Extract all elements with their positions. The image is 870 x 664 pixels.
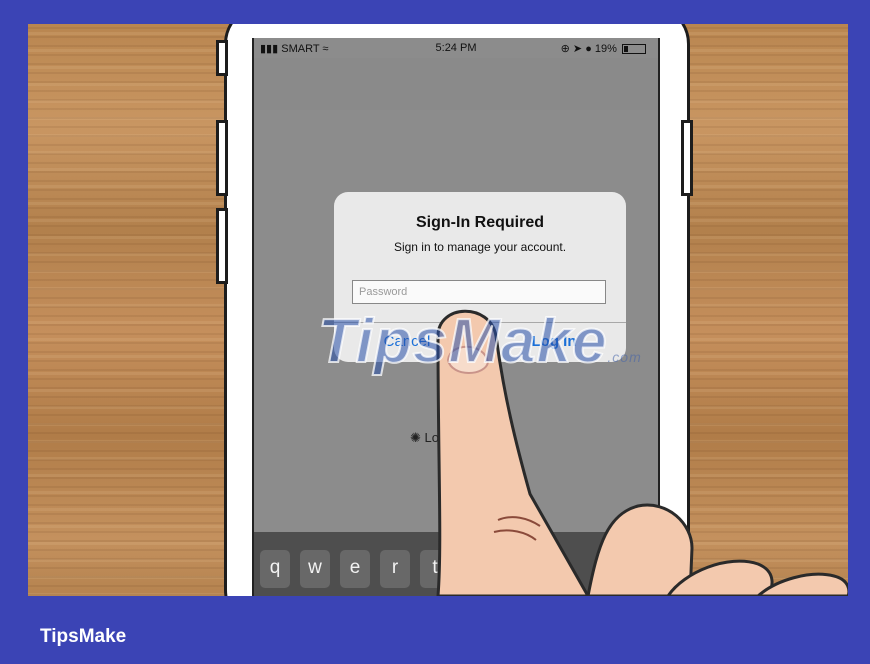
footer-brand: TipsMake [40,626,127,647]
watermark-suffix: .com [607,349,642,365]
image-frame: ▮▮▮ SMART ≈ 5:24 PM ⊕ ➤ ● 19% Sign-In Re… [0,0,870,664]
middle-finger [586,503,694,596]
watermark-text: TipsMake [317,306,608,377]
wood-table-scene: ▮▮▮ SMART ≈ 5:24 PM ⊕ ➤ ● 19% Sign-In Re… [28,24,848,596]
tipsmake-watermark: TipsMake.com [317,306,642,377]
footer-bar: TipsMake [0,596,870,664]
